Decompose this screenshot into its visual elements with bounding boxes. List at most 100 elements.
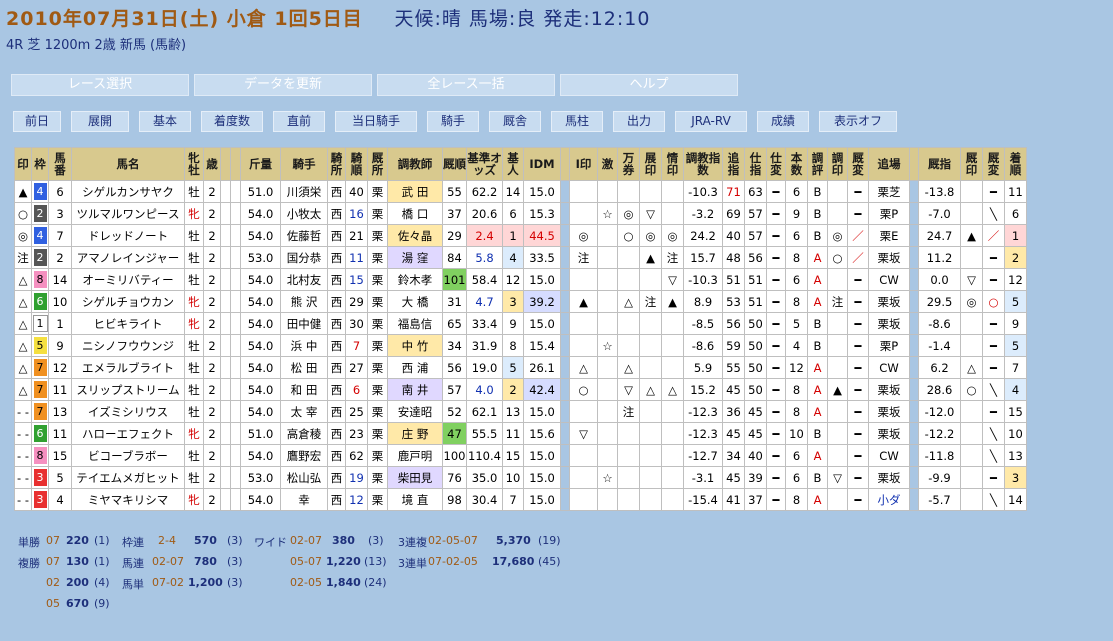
table-row[interactable]: - -3 4 ミヤマキリシマ牝 2 54.0 幸西 12 栗境 直 98 30.4 7 15.0 -15… (14, 488, 1027, 511)
cell-gap-2 (909, 312, 919, 335)
header-jockey-rank[interactable]: 騎順 (345, 147, 368, 181)
cell-jockey-rank: 7 (345, 334, 368, 357)
cell-weight: 54.0 (240, 378, 281, 401)
header-mark[interactable]: 印 (14, 147, 32, 181)
header-stable-change-2[interactable]: 厩変 (982, 147, 1005, 181)
header-waku[interactable]: 枠 (31, 147, 49, 181)
header-shiage-change[interactable]: 仕変 (766, 147, 786, 181)
header-weight[interactable]: 斤量 (240, 147, 281, 181)
cell-shiage-index: 50 (744, 378, 767, 401)
table-row[interactable]: 注 2 2 アマノレインジャー牡 2 53.0 国分恭西 11 栗湯 窪 84 5.8 4 33.5 注 ▲… (14, 246, 1027, 269)
cell-jockey-rank: 40 (345, 180, 368, 203)
header-base-odds[interactable]: 基準オッズ (466, 147, 503, 181)
header-sex[interactable]: 牝牡 (184, 147, 204, 181)
cell-oi-index: 53 (722, 290, 745, 313)
cell-finish: 7 (1004, 356, 1027, 379)
cell-training-eval: B (807, 224, 828, 247)
header-trainer-rank[interactable]: 厩順 (442, 147, 467, 181)
header-stable-region[interactable]: 厩所 (367, 147, 388, 181)
header-tenkai-mark[interactable]: 展印 (639, 147, 662, 181)
table-row[interactable]: △ 6 10 シゲルチョウカン牝 2 54.0 熊 沢西 29 栗大 橋 31 4.7 3 39.2 ▲ △… (14, 290, 1027, 313)
header-stable-change[interactable]: 厩変 (847, 147, 869, 181)
table-row[interactable]: ▲ 4 6 シゲルカンサヤク牡 2 51.0 川須栄西 40 栗武 田 55 62.2 14 15.0-… (14, 180, 1027, 203)
cell-umaban: 10 (48, 290, 72, 313)
table-row[interactable]: - -8 15 ビコーブラボー牡 2 54.0 鷹野宏西 62 栗鹿戸明 100 110.4 15 1… (14, 444, 1027, 467)
cell-hon-su: 6 (785, 444, 808, 467)
btn-kyusha[interactable]: 厩舎 (489, 111, 541, 132)
header-blank-b[interactable] (230, 147, 241, 181)
nav-all-races[interactable]: 全レース一括 (377, 74, 555, 96)
btn-chokuzen[interactable]: 直前 (273, 111, 325, 132)
table-row[interactable]: - -6 11 ハローエフェクト牝 2 51.0 高倉稜西 23 栗庄 野 47 55.5 11 15… (14, 422, 1027, 445)
cell-jockey-region: 西 (327, 378, 346, 401)
table-row[interactable]: △ 5 9 ニシノフウウンジ牡 2 54.0 浜 中西7栗中 竹 34 31.9 8 15.4 ☆ -8… (14, 334, 1027, 357)
btn-kishu[interactable]: 騎手 (427, 111, 479, 132)
header-training-eval[interactable]: 調評 (807, 147, 828, 181)
btn-shutsuryoku[interactable]: 出力 (613, 111, 665, 132)
header-horse-name[interactable]: 馬名 (71, 147, 185, 181)
wakuren-amount: 570 (194, 534, 217, 547)
cell-jockey-rank: 23 (345, 422, 368, 445)
header-blank-a[interactable] (220, 147, 231, 181)
header-umaban[interactable]: 馬番 (48, 147, 72, 181)
table-row[interactable]: △ 8 14 オーミリバティー牡 2 54.0 北村友西 15 栗鈴木孝 101 58.4 12 15.… (14, 268, 1027, 291)
header-finish[interactable]: 着順 (1004, 147, 1027, 181)
header-idm[interactable]: IDM (523, 147, 561, 181)
header-info-mark[interactable]: 情印 (661, 147, 684, 181)
table-row[interactable]: - -7 13 イズミシリウス牡 2 54.0 太 宰西 25 栗安達昭 52 62.1 13 15.… (14, 400, 1027, 423)
table-row[interactable]: △ 7 11 スリップストリーム牡 2 54.0 和 田西6栗南 井 57 4.0 2 42.4 ○ ▽… (14, 378, 1027, 401)
cell-blank-a (220, 312, 231, 335)
cell-base-pop: 14 (502, 180, 524, 203)
header-training-mark[interactable]: 調印 (827, 147, 848, 181)
header-gap-2[interactable] (909, 147, 919, 181)
btn-chakudosu[interactable]: 着度数 (201, 111, 263, 132)
cell-info-mark: ▲ (661, 290, 684, 313)
header-training-index[interactable]: 調教指数 (683, 147, 723, 181)
nav-update-data[interactable]: データを更新 (194, 74, 372, 96)
btn-tenkai[interactable]: 展開 (71, 111, 129, 132)
cell-idm: 15.3 (523, 202, 561, 225)
btn-jra-rv[interactable]: JRA-RV (675, 111, 747, 132)
btn-umabashira[interactable]: 馬柱 (551, 111, 603, 132)
header-age[interactable]: 歳 (203, 147, 221, 181)
wide-combo-3: 02-05 (290, 576, 322, 589)
header-jockey-region[interactable]: 騎所 (327, 147, 346, 181)
cell-blank-b (230, 246, 241, 269)
header-geki[interactable]: 激 (597, 147, 618, 181)
header-oi-ba[interactable]: 追場 (868, 147, 910, 181)
header-stable-index[interactable]: 厩指 (918, 147, 961, 181)
cell-manken: △ (617, 356, 640, 379)
header-oi-index[interactable]: 追指 (722, 147, 745, 181)
sanrenpuku-label: 3連複 (398, 536, 427, 549)
cell-jockey-region: 西 (327, 400, 346, 423)
cell-trainer-rank: 98 (442, 488, 467, 511)
table-row[interactable]: - -3 5 テイエムメガヒット牡 2 53.0 松山弘西 19 栗柴田見 76 35.0 10 15… (14, 466, 1027, 489)
header-manken[interactable]: 万券 (617, 147, 640, 181)
table-row[interactable]: △ 1 1 ヒビキライト牝 2 54.0 田中健西 30 栗福島信 65 33.4 9 15.0 -8.5… (14, 312, 1027, 335)
cell-jockey-rank: 12 (345, 488, 368, 511)
header-jockey[interactable]: 騎手 (280, 147, 328, 181)
btn-kihon[interactable]: 基本 (139, 111, 191, 132)
cell-umaban: 12 (48, 356, 72, 379)
header-i-mark[interactable]: I印 (569, 147, 598, 181)
header-base-pop[interactable]: 基人 (502, 147, 524, 181)
cell-age: 2 (203, 422, 221, 445)
header-trainer[interactable]: 調教師 (387, 147, 443, 181)
header-gap-1[interactable] (560, 147, 570, 181)
btn-seiseki[interactable]: 成績 (757, 111, 809, 132)
header-stable-mark[interactable]: 厩印 (960, 147, 983, 181)
table-row[interactable]: ◎ 4 7 ドレッドノート牡 2 54.0 佐藤哲西 21 栗佐々晶 29 2.4 1 44.5 ◎ ○ ◎ ◎… (14, 224, 1027, 247)
cell-stable-index: -11.8 (918, 444, 961, 467)
nav-race-select[interactable]: レース選択 (11, 74, 189, 96)
cell-stable-mark: △ (960, 356, 983, 379)
btn-zenjitsu[interactable]: 前日 (13, 111, 61, 132)
btn-tojitsu-kishu[interactable]: 当日騎手 (335, 111, 417, 132)
table-row[interactable]: ○ 2 3 ツルマルワンピース牝 2 54.0 小牧太西 16 栗橋 口 37 20.6 6 15.3 ☆… (14, 202, 1027, 225)
cell-stable-mark: ○ (960, 378, 983, 401)
header-hon-su[interactable]: 本数 (785, 147, 808, 181)
nav-help[interactable]: ヘルプ (560, 74, 738, 96)
table-row[interactable]: △ 7 12 エメラルブライト牡 2 54.0 松 田西 27 栗西 浦 56 19.0 5 26.1 △… (14, 356, 1027, 379)
btn-hyoji-off[interactable]: 表示オフ (819, 111, 897, 132)
cell-sex: 牡 (184, 378, 204, 401)
header-shiage-index[interactable]: 仕指 (744, 147, 767, 181)
